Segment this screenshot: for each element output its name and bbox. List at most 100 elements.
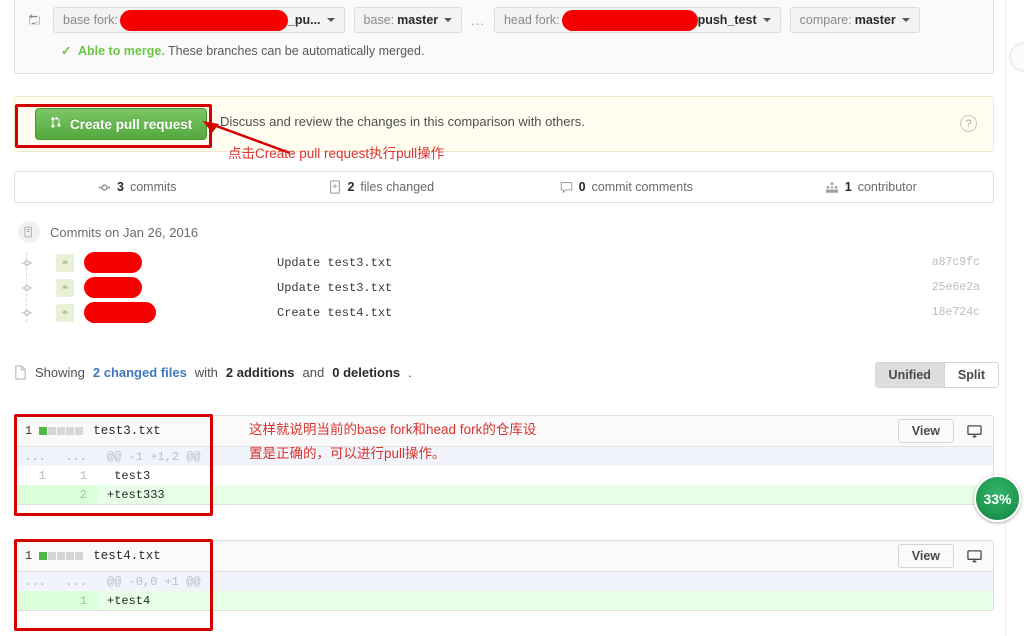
- avatar: [56, 278, 74, 297]
- stat-files-count: 2: [347, 180, 355, 194]
- base-branch-label: base:: [363, 13, 395, 27]
- diff-file-test4: 1 test4.txt View ... ... @@ -0,0 +1 @@ 1…: [14, 540, 994, 611]
- base-branch-dropdown[interactable]: base: master: [353, 7, 463, 33]
- showing-mid: with: [194, 365, 218, 380]
- view-file-button[interactable]: View: [897, 544, 954, 568]
- commit-group-icon: [18, 221, 40, 243]
- annotation-text-diff-line1: 这样就说明当前的base fork和head fork的仓库设: [249, 422, 537, 437]
- file-diff-icon: [329, 180, 341, 194]
- stat-contributors-count: 1: [844, 180, 852, 194]
- commits-group-header: Commits on Jan 26, 2016: [18, 221, 198, 243]
- zoom-level-badge[interactable]: 33%: [974, 475, 1021, 522]
- chevron-down-icon: [326, 18, 335, 22]
- commit-node-icon: [20, 306, 34, 320]
- diff-table: ... ... @@ -0,0 +1 @@ 1 +test4: [15, 572, 993, 610]
- commit-author-redaction: [84, 302, 156, 323]
- chevron-down-icon: [444, 18, 453, 22]
- head-fork-dropdown[interactable]: head fork: push_test: [493, 7, 781, 33]
- diff-filename[interactable]: test3.txt: [93, 424, 161, 438]
- stat-commits[interactable]: 3 commits: [15, 180, 260, 194]
- comparison-stats-bar: 3 commits 2 files changed 0 commit comme…: [14, 171, 994, 203]
- diff-change-count: 1: [25, 549, 33, 563]
- check-icon: ✓: [61, 44, 72, 58]
- chevron-down-icon: [901, 18, 910, 22]
- showing-and: and: [302, 365, 325, 380]
- diff-header-actions: View: [897, 544, 983, 568]
- diff-code-line: +test333: [97, 485, 993, 504]
- avatar: [56, 303, 74, 322]
- showing-prefix: Showing: [35, 365, 85, 380]
- commit-author-redaction: [84, 277, 142, 298]
- annotation-text-create-pr: 点击Create pull request执行pull操作: [228, 146, 445, 161]
- diff-filename[interactable]: test4.txt: [93, 549, 161, 563]
- diff-old-lineno: 1: [15, 466, 56, 485]
- banner-description: Discuss and review the changes in this c…: [220, 114, 585, 129]
- diff-row-context: 1 1 test3: [15, 466, 993, 485]
- commit-node-icon: [20, 256, 34, 270]
- diff-file-header: 1 test4.txt View: [15, 541, 993, 572]
- diff-change-count: 1: [25, 424, 33, 438]
- diff-table: ... ... @@ -1 +1,2 @@ 1 1 test3 2 +test3…: [15, 447, 993, 504]
- chevron-down-icon: [762, 18, 771, 22]
- compare-branch-dropdown[interactable]: compare: master: [789, 7, 920, 33]
- merge-status-strong: Able to merge.: [77, 44, 165, 58]
- help-icon[interactable]: ?: [960, 115, 977, 132]
- page-right-edge: [1005, 0, 1006, 636]
- stat-contributors-label: contributor: [857, 180, 917, 194]
- create-pull-request-banner: Create pull request Discuss and review t…: [14, 96, 994, 152]
- display-icon[interactable]: [966, 549, 983, 564]
- base-fork-redaction: [119, 9, 288, 31]
- head-fork-label: head fork:: [503, 13, 560, 27]
- diff-row-addition: 2 +test333: [15, 485, 993, 504]
- commit-sha[interactable]: 25e6e2a: [932, 281, 980, 294]
- commit-message[interactable]: Update test3.txt: [277, 281, 392, 295]
- diff-hunk-header: @@ -0,0 +1 @@: [97, 572, 993, 591]
- commit-sha[interactable]: a87c9fc: [932, 256, 980, 269]
- compare-sync-icon: [23, 9, 45, 31]
- commit-row[interactable]: Create test4.txt 18e724c: [18, 300, 994, 325]
- stat-contributors[interactable]: 1 contributor: [749, 180, 994, 194]
- changed-files-link[interactable]: 2 changed files: [93, 365, 187, 380]
- diff-row-hunk: ... ... @@ -1 +1,2 @@: [15, 447, 993, 466]
- diff-new-lineno: ...: [56, 572, 97, 591]
- diff-new-lineno: 2: [56, 485, 97, 504]
- commit-message[interactable]: Update test3.txt: [277, 256, 392, 270]
- commit-row[interactable]: Update test3.txt a87c9fc: [18, 250, 994, 275]
- create-pull-request-button[interactable]: Create pull request: [35, 108, 208, 140]
- avatar: [56, 253, 74, 272]
- edge-circle-decoration: [1009, 42, 1024, 72]
- diff-view-mode-toggle: Unified Split: [874, 362, 999, 388]
- stat-comments-count: 0: [578, 180, 586, 194]
- stat-commit-comments[interactable]: 0 commit comments: [504, 180, 749, 194]
- compare-range-row: base fork: _pu... base: master ... head …: [15, 0, 993, 40]
- diff-old-lineno: ...: [15, 447, 56, 466]
- comment-icon: [560, 181, 573, 194]
- diff-code-line: +test4: [97, 591, 993, 610]
- diff-new-lineno: ...: [56, 447, 97, 466]
- showing-files-summary: Showing 2 changed files with 2 additions…: [14, 365, 412, 380]
- diff-code-line: test3: [97, 466, 993, 485]
- commits-group-heading: Commits on Jan 26, 2016: [50, 224, 199, 240]
- commit-list: Update test3.txt a87c9fc Update test3.tx…: [18, 250, 994, 325]
- commit-row[interactable]: Update test3.txt 25e6e2a: [18, 275, 994, 300]
- diff-new-lineno: 1: [56, 466, 97, 485]
- diff-old-lineno: ...: [15, 572, 56, 591]
- diff-header-actions: View: [897, 419, 983, 443]
- showing-period: .: [408, 365, 412, 380]
- view-mode-unified[interactable]: Unified: [875, 363, 944, 387]
- base-fork-dropdown[interactable]: base fork: _pu...: [53, 7, 345, 33]
- diff-stat-bars: [39, 427, 84, 435]
- commit-sha[interactable]: 18e724c: [932, 306, 980, 319]
- view-file-button[interactable]: View: [897, 419, 954, 443]
- deletions-count: 0 deletions: [332, 365, 401, 380]
- additions-count: 2 additions: [225, 365, 295, 380]
- compare-branch-value: master: [854, 13, 896, 27]
- commit-icon: [98, 181, 111, 194]
- commit-message[interactable]: Create test4.txt: [277, 306, 392, 320]
- range-separator: ...: [471, 12, 485, 28]
- compare-panel: base fork: _pu... base: master ... head …: [14, 0, 994, 74]
- diff-stat-bars: [39, 552, 84, 560]
- stat-files-changed[interactable]: 2 files changed: [260, 180, 505, 194]
- view-mode-split[interactable]: Split: [943, 363, 998, 387]
- display-icon[interactable]: [966, 424, 983, 439]
